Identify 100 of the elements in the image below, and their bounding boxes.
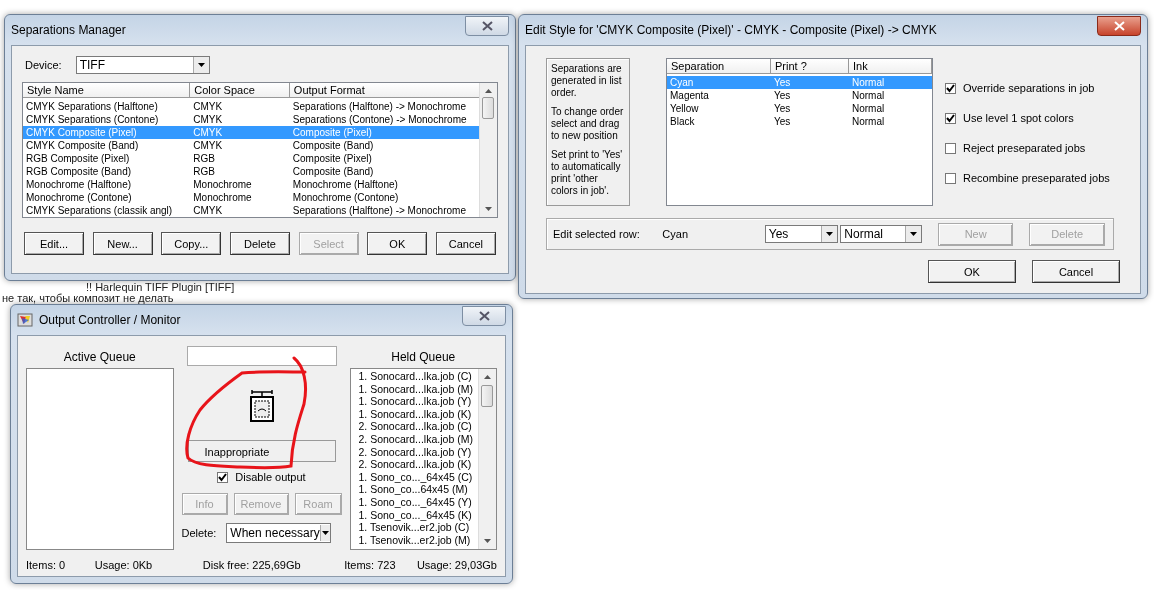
table-cell-text: Monochrome (Halftone) (291, 178, 399, 191)
dialog-button[interactable]: Copy... (161, 232, 222, 255)
column-header[interactable]: Separation (667, 59, 771, 74)
table-row[interactable]: CMYK Separations (Halftone) CMYK Separations (Halftone) -> Monochrome (23, 100, 480, 113)
caret-icon (826, 232, 834, 236)
list-item[interactable]: 2. Sonocard...lka.job (Y) (358, 445, 478, 459)
table-cell-text: Composite (Pixel) (291, 152, 373, 165)
queue-list[interactable] (349, 368, 497, 550)
list-item[interactable]: 1. Sono_co..._64x45 (C) (358, 470, 478, 484)
checkbox[interactable] (945, 142, 956, 154)
dialog-button[interactable]: OK (367, 232, 428, 255)
table-row[interactable]: CMYK Composite (Band) CMYK Composite (Band) (23, 139, 480, 152)
dialog-button[interactable]: Edit... (24, 232, 84, 255)
list-item[interactable]: 1. Sono_co..._64x45 (Y) (358, 495, 478, 509)
close-icon (1113, 21, 1125, 31)
list-item[interactable]: 1. Sonocard...lka.job (C) (358, 370, 478, 383)
dropdown[interactable]: Yes (764, 225, 839, 243)
checkbox[interactable] (945, 172, 956, 184)
table-row[interactable]: Monochrome (Halftone) Monochrome Monochrome (Halftone) (23, 178, 480, 191)
close-icon (481, 21, 493, 31)
list-item[interactable]: 1. Sono_co...64x45 (M) (358, 483, 478, 496)
dialog-button[interactable]: OK (928, 260, 1016, 283)
caret-icon (322, 531, 330, 535)
table-cell-text: Yes (773, 115, 792, 128)
status-text: Items: 723 (344, 559, 397, 571)
column-header[interactable]: Print ? (771, 59, 849, 74)
scroll-up-icon (484, 375, 491, 379)
table-cell-text: RGB (192, 165, 216, 178)
window-title: Separations Manager (11, 23, 126, 37)
checkbox-label: Override separations in job (963, 82, 1095, 94)
table-cell-text: Monochrome (192, 191, 253, 204)
list-item[interactable]: 1. Sonocard...lka.job (M) (358, 382, 478, 396)
list-item[interactable]: 2. Sonocard...lka.job (C) (358, 420, 478, 433)
table-row[interactable]: Magenta Yes Normal (667, 89, 932, 102)
caret-icon (197, 63, 205, 67)
table-cell-text: RGB Composite (Band) (25, 165, 133, 178)
selected-row-name: Cyan (662, 228, 690, 240)
scroll-thumb[interactable] (481, 385, 493, 407)
status-message: Inappropriate (187, 440, 336, 462)
table-cell-text: Monochrome (Contone) (291, 191, 400, 204)
table-row[interactable]: CMYK Separations (classik angl) CMYK Separations (Halftone) -> Monochrome (23, 204, 480, 217)
close-button[interactable] (465, 16, 509, 36)
dialog-button[interactable]: Delete (229, 232, 290, 255)
table-row[interactable]: Black Yes Normal (667, 115, 932, 128)
close-icon (478, 311, 490, 321)
table-row[interactable]: CMYK Separations (Contone) CMYK Separations (Contone) -> Monochrome (23, 113, 480, 126)
table-cell-text: Normal (851, 115, 886, 128)
checkbox-label: Recombine preseparated jobs (963, 172, 1110, 184)
list-item[interactable]: 1. Sonocard...lka.job (Y) (358, 395, 478, 408)
list-view[interactable] (22, 82, 498, 218)
dialog-button[interactable]: Cancel (435, 232, 496, 255)
dropdown[interactable]: When necessary (226, 523, 332, 543)
list-item[interactable]: 2. Sonocard...lka.job (K) (358, 458, 478, 471)
close-button[interactable] (462, 306, 506, 326)
list-item[interactable]: 1. Tsenovik...er2.job (C) (358, 521, 478, 534)
checkbox[interactable] (945, 112, 956, 124)
checkbox-label: Reject preseparated jobs (963, 142, 1086, 154)
dropdown[interactable]: Normal (840, 225, 922, 243)
column-header[interactable]: Output Format (289, 83, 480, 98)
table-row[interactable]: RGB Composite (Band) RGB Composite (Band) (23, 165, 480, 178)
scroll-thumb[interactable] (482, 97, 494, 119)
scroll-down-icon (485, 207, 492, 211)
status-text: Usage: 29,03Gb (416, 559, 497, 571)
table-cell-text: Cyan (669, 76, 695, 89)
table-cell-text: CMYK (192, 100, 224, 113)
table-row[interactable]: Monochrome (Contone) Monochrome Monochrome (Contone) (23, 191, 480, 204)
column-header[interactable]: Ink (849, 59, 932, 74)
list-view[interactable]: Separation Print ? Ink Cyan Yes Normal Magenta Yes Normal Yellow Yes Normal Black Yes Normal (666, 58, 933, 206)
table-cell-text: CMYK Composite (Pixel) (25, 126, 138, 139)
help-text: Separations are generated in list order. (551, 63, 623, 99)
table-cell-text: CMYK Separations (Halftone) (25, 100, 159, 113)
table-row[interactable]: RGB Composite (Pixel) RGB Composite (Pixel) (23, 152, 480, 165)
checkbox[interactable] (945, 82, 956, 94)
list-item[interactable]: 2. Sonocard...lka.job (M) (358, 432, 478, 446)
dropdown[interactable]: TIFF (75, 56, 210, 74)
table-cell-text: Yes (773, 76, 792, 89)
table-cell-text: RGB Composite (Pixel) (25, 152, 131, 165)
column-header[interactable]: Style Name (23, 83, 191, 98)
text-field[interactable] (186, 346, 337, 366)
dialog-button[interactable]: New... (92, 232, 153, 255)
table-cell-text: Composite (Band) (291, 139, 375, 152)
table-row[interactable]: Yellow Yes Normal (667, 102, 932, 115)
field-label: Edit selected row: (553, 228, 641, 240)
panel-title: Active Queue (62, 350, 137, 364)
dialog-button[interactable]: Cancel (1032, 260, 1120, 283)
list-item[interactable]: 1. Sonocard...lka.job (K) (358, 407, 478, 421)
column-header[interactable]: Color Space (190, 83, 290, 98)
checkbox[interactable] (217, 471, 229, 483)
table-cell-text: Monochrome (Contone) (25, 191, 133, 204)
table-cell-text: CMYK (192, 113, 224, 126)
checkbox-label: Use level 1 spot colors (963, 112, 1074, 124)
table-cell-text: Yellow (669, 102, 700, 115)
list-item[interactable]: 1. Sono_co..._64x45 (K) (358, 508, 478, 522)
table-cell-text: Normal (851, 76, 886, 89)
list-item[interactable]: 1. Tsenovik...er2.job (M) (358, 533, 478, 547)
close-button[interactable] (1097, 16, 1141, 36)
table-cell-text: Composite (Band) (291, 165, 375, 178)
scrollbar[interactable] (478, 369, 496, 549)
table-cell-text: Magenta (669, 89, 710, 102)
scrollbar[interactable] (479, 83, 497, 217)
